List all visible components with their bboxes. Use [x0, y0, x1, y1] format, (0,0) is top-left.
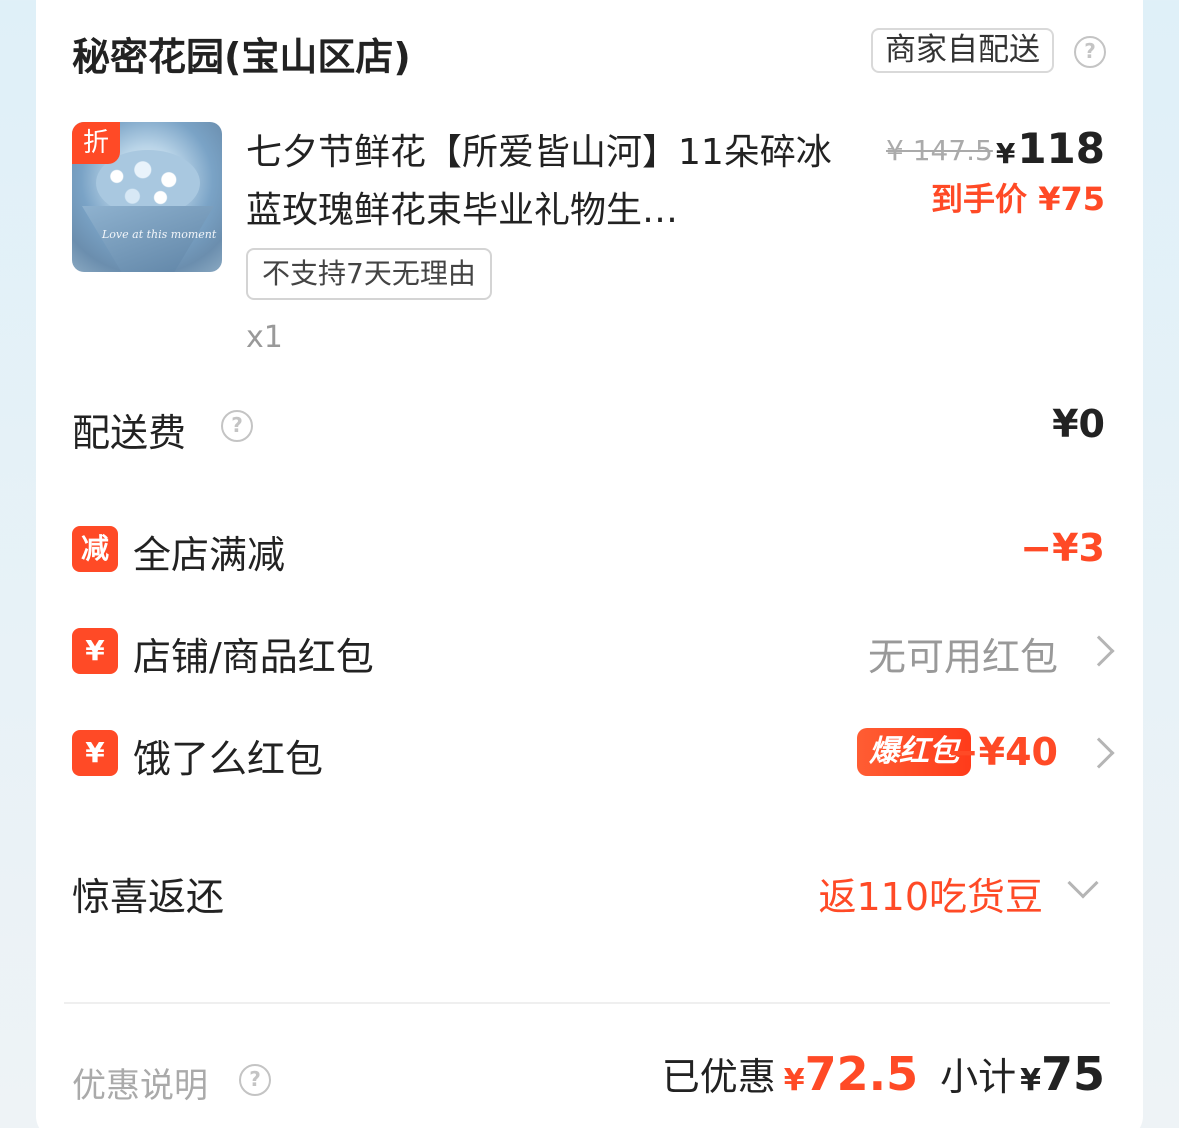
store-discount-value: −¥3	[1020, 526, 1105, 570]
store-red-packet-label[interactable]: 店铺/商品红包	[133, 626, 374, 681]
cashback-value[interactable]: 返110吃货豆	[818, 866, 1043, 921]
subtotal-value: 75	[1040, 1047, 1105, 1101]
original-price: ¥ 147.5	[886, 134, 993, 167]
discount-badge: 折	[72, 122, 120, 164]
saved-label: 已优惠	[661, 1055, 776, 1099]
discount-explanation-link[interactable]: 优惠说明	[72, 1058, 208, 1107]
chevron-right-icon[interactable]	[1083, 737, 1115, 769]
subtotal-symbol: ¥	[1020, 1063, 1041, 1098]
order-card: 秘密花园(宝山区店) 商家自配送 ? Love at this moment 折…	[36, 0, 1143, 1128]
price-symbol: ¥	[995, 137, 1016, 170]
chevron-down-icon[interactable]	[1067, 867, 1099, 899]
platform-red-packet-label[interactable]: 饿了么红包	[133, 728, 323, 783]
store-discount-label: 全店满减	[133, 533, 286, 577]
delivery-fee-value: ¥0	[1052, 402, 1105, 446]
shop-name[interactable]: 秘密花园(宝山区店)	[72, 26, 411, 81]
saved-value: 72.5	[804, 1047, 919, 1101]
image-caption: Love at this moment	[102, 228, 217, 241]
question-circle-icon[interactable]: ?	[1074, 36, 1106, 68]
question-circle-icon[interactable]: ?	[221, 410, 253, 442]
saved-symbol: ¥	[783, 1063, 805, 1098]
chevron-right-icon[interactable]	[1083, 635, 1115, 667]
divider	[64, 1002, 1110, 1004]
delivery-fee-label: 配送费	[72, 411, 187, 455]
platform-red-packet-value[interactable]: −¥40	[947, 730, 1058, 774]
discount-tag-icon: 减	[72, 526, 118, 572]
order-summary: 已优惠 ¥ 72.5 小计 ¥ 75	[662, 1046, 1105, 1101]
subtotal-label: 小计	[940, 1055, 1017, 1099]
delivery-type-tag: 商家自配送	[871, 28, 1054, 73]
yen-tag-icon: ¥	[72, 730, 118, 776]
current-price: ¥118	[996, 124, 1105, 173]
yen-tag-icon: ¥	[72, 628, 118, 674]
price-value: 118	[1017, 124, 1105, 173]
store-red-packet-value[interactable]: 无可用红包	[868, 626, 1058, 681]
final-price-value: ¥75	[1038, 180, 1105, 218]
product-title[interactable]: 七夕节鲜花【所爱皆山河】11朵碎冰蓝玫瑰鲜花束毕业礼物生…	[246, 124, 841, 240]
product-quantity: x1	[246, 320, 283, 355]
final-price-label: 到手价	[931, 180, 1028, 218]
question-circle-icon[interactable]: ?	[239, 1064, 271, 1096]
final-price: 到手价 ¥75	[931, 174, 1105, 220]
return-policy-tag: 不支持7天无理由	[246, 248, 492, 300]
cashback-label: 惊喜返还	[72, 875, 225, 919]
